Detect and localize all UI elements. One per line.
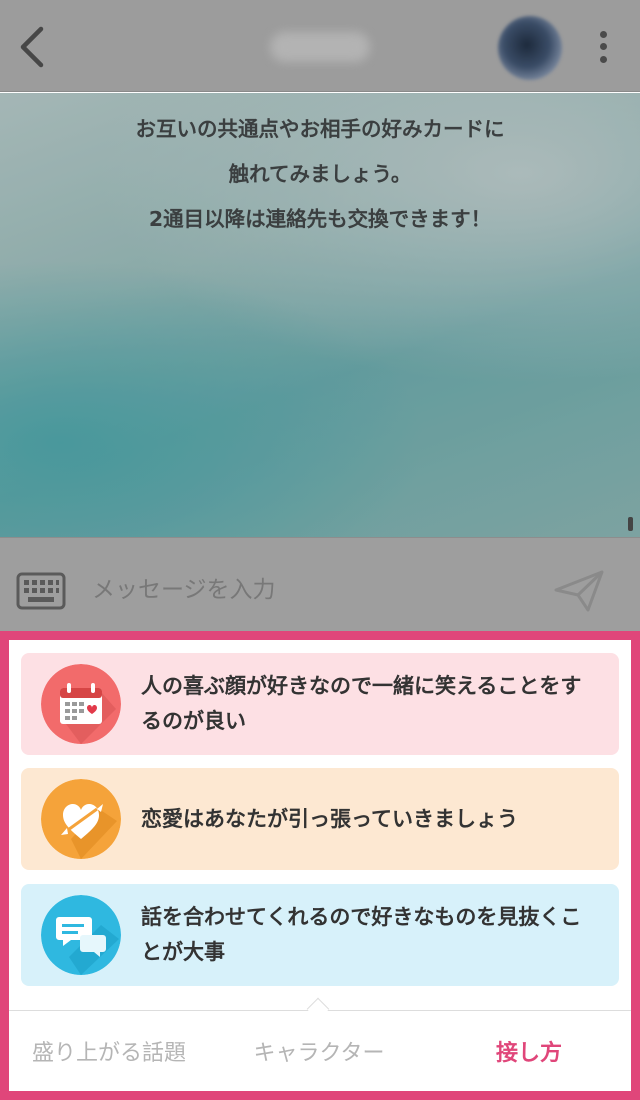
chevron-left-icon [20, 26, 44, 68]
keyboard-toggle-button[interactable] [16, 572, 66, 610]
blurred-partner-name [270, 32, 370, 62]
tab-how-to-approach[interactable]: 接し方 [439, 1011, 619, 1091]
tab-character[interactable]: キャラクター [219, 1011, 419, 1091]
notice-line: 2通目以降は連絡先も交換できます！ [148, 207, 492, 231]
advice-card: 恋愛はあなたが引っ張っていきましょう [21, 768, 619, 870]
notice-line: 触れてみましょう。 [228, 162, 412, 186]
keyboard-icon [16, 572, 66, 610]
heart-arrow-icon [41, 779, 121, 859]
scrollbar[interactable] [628, 517, 633, 531]
advice-text: 人の喜ぶ顔が好きなので一緒に笑えることをするのが良い [141, 674, 582, 733]
advice-text: 恋愛はあなたが引っ張っていきましょう [141, 806, 518, 831]
advice-sheet: 人の喜ぶ顔が好きなので一緒に笑えることをするのが良い 恋愛はあなたが引っ張ってい… [0, 631, 640, 1100]
advice-card: 人の喜ぶ顔が好きなので一緒に笑えることをするのが良い [21, 653, 619, 755]
more-options-button[interactable] [588, 24, 618, 70]
vertical-ellipsis-icon [599, 30, 607, 38]
chat-bubbles-icon [41, 895, 121, 975]
send-button[interactable] [552, 568, 606, 614]
chat-notice: お互いの共通点やお相手の好みカードに 触れてみましょう。 2通目以降は連絡先も交… [40, 107, 600, 242]
calendar-heart-icon [41, 664, 121, 744]
advice-text: 話を合わせてくれるので好きなものを見抜くことが大事 [141, 905, 582, 964]
message-composer [0, 537, 640, 637]
send-icon [554, 570, 604, 612]
chat-area: お互いの共通点やお相手の好みカードに 触れてみましょう。 2通目以降は連絡先も交… [0, 93, 640, 537]
notice-line: お互いの共通点やお相手の好みカードに [135, 117, 505, 141]
avatar[interactable] [498, 16, 562, 80]
advice-card: 話を合わせてくれるので好きなものを見抜くことが大事 [21, 884, 619, 986]
back-button[interactable] [12, 22, 52, 72]
tab-bar: 盛り上がる話題 キャラクター 接し方 [9, 1010, 631, 1091]
message-input[interactable] [92, 570, 512, 610]
tab-exciting-topics[interactable]: 盛り上がる話題 [9, 1011, 209, 1091]
top-nav-bar [0, 0, 640, 92]
